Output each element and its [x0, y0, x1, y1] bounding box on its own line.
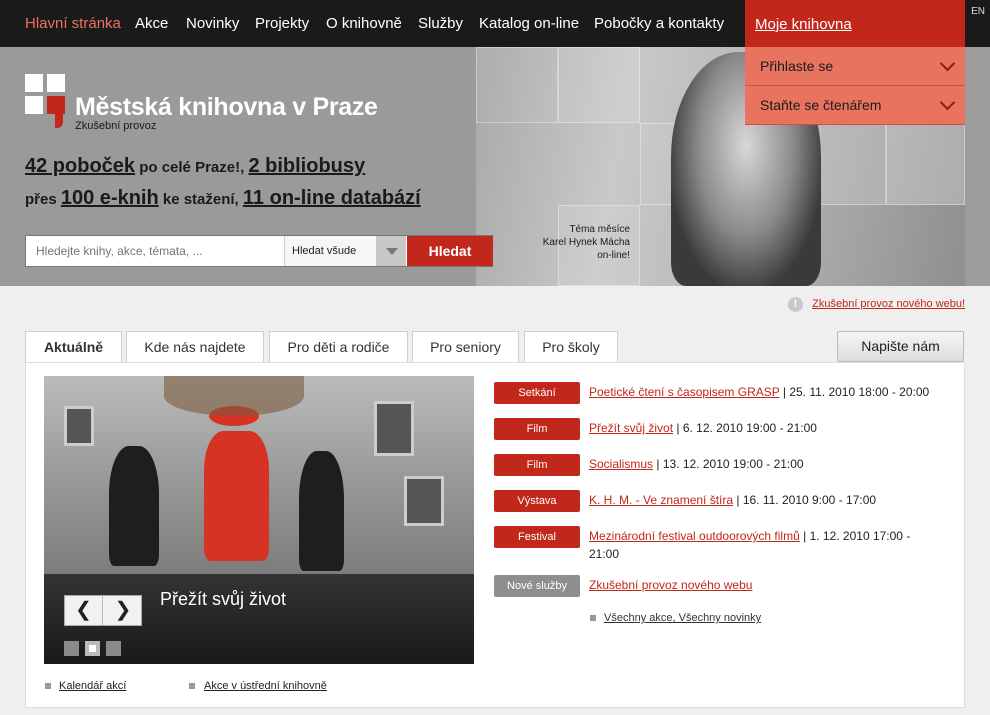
- nav-item-projects[interactable]: Projekty: [255, 15, 309, 32]
- slide-title[interactable]: Přežít svůj život: [160, 589, 286, 610]
- event-item: Mezinárodní festival outdoorových filmů …: [589, 529, 911, 561]
- tab-seniors[interactable]: Pro seniory: [412, 331, 519, 362]
- nav-item-about[interactable]: O knihovně: [326, 15, 402, 32]
- slider-controls: ❮ ❯: [64, 595, 142, 626]
- featured-slider: ❮ ❯ Přežít svůj život: [44, 376, 474, 664]
- nav-item-news[interactable]: Novinky: [186, 15, 239, 32]
- chevron-down-icon: [939, 94, 956, 111]
- event-badge[interactable]: Setkání: [494, 382, 580, 404]
- bullet-icon: [189, 683, 195, 689]
- slide-dot-1[interactable]: [64, 641, 79, 656]
- site-title[interactable]: Městská knihovna v Praze: [75, 93, 378, 122]
- search-button[interactable]: Hledat: [407, 236, 493, 266]
- write-us-button[interactable]: Napište nám: [837, 331, 964, 362]
- slide-dot-3[interactable]: [106, 641, 121, 656]
- nav-item-events[interactable]: Akce: [135, 15, 168, 32]
- nav-item-catalog[interactable]: Katalog on-line: [479, 15, 579, 32]
- event-badge[interactable]: Film: [494, 454, 580, 476]
- event-item: Socialismus | 13. 12. 2010 19:00 - 21:00: [589, 457, 804, 471]
- nav-item-home[interactable]: Hlavní stránka: [25, 15, 121, 32]
- my-library-menu: Moje knihovna Přihlaste se Staňte se čte…: [745, 0, 965, 125]
- slide-dot-2[interactable]: [85, 641, 100, 656]
- slide-image[interactable]: [44, 376, 474, 574]
- chevron-down-icon: [939, 55, 956, 72]
- dropdown-arrow-icon[interactable]: [376, 236, 406, 266]
- event-item: K. H. M. - Ve znamení štíra | 16. 11. 20…: [589, 493, 877, 507]
- bullet-icon: [590, 615, 596, 621]
- event-link[interactable]: Přežít svůj život: [589, 421, 673, 435]
- event-item: Zkušební provoz nového webu: [589, 576, 949, 594]
- tab-where-to-find-us[interactable]: Kde nás najdete: [126, 331, 264, 362]
- site-subtitle: Zkušební provoz: [75, 120, 157, 132]
- info-icon: !: [788, 297, 803, 312]
- next-slide-button[interactable]: ❯: [104, 596, 142, 625]
- branches-count-link[interactable]: 42 poboček: [25, 155, 135, 177]
- event-link[interactable]: Socialismus: [589, 457, 653, 471]
- login-item[interactable]: Přihlaste se: [745, 47, 965, 86]
- search-input[interactable]: [26, 236, 284, 266]
- event-badge[interactable]: Výstava: [494, 490, 580, 512]
- event-link[interactable]: K. H. M. - Ve znamení štíra: [589, 493, 733, 507]
- event-link[interactable]: Poetické čtení s časopisem GRASP: [589, 385, 780, 399]
- trial-notice-link[interactable]: Zkušební provoz nového webu!: [812, 298, 965, 310]
- central-library-events-link[interactable]: Akce v ústřední knihovně: [204, 680, 327, 692]
- all-links: Všechny akce, Všechny novinky: [604, 612, 762, 624]
- become-reader-item[interactable]: Staňte se čtenářem: [745, 86, 965, 125]
- databases-link[interactable]: 11 on-line databází: [243, 187, 421, 209]
- event-link[interactable]: Zkušební provoz nového webu: [589, 578, 752, 592]
- event-badge[interactable]: Film: [494, 418, 580, 440]
- ebooks-link[interactable]: 100 e-knih: [61, 187, 159, 209]
- my-library-link[interactable]: Moje knihovna: [745, 0, 965, 47]
- bullet-icon: [45, 683, 51, 689]
- nav-item-services[interactable]: Služby: [418, 15, 463, 32]
- event-link[interactable]: Mezinárodní festival outdoorových filmů: [589, 529, 800, 543]
- nav-item-branches[interactable]: Pobočky a kontakty: [594, 15, 724, 32]
- event-badge[interactable]: Nové služby: [494, 575, 580, 597]
- theme-of-month[interactable]: Téma měsíce Karel Hynek Mácha on-line!: [520, 223, 630, 262]
- bibliobus-link[interactable]: 2 bibliobusy: [248, 155, 365, 177]
- search-scope-select[interactable]: Hledat všude: [284, 236, 406, 266]
- all-events-link[interactable]: Všechny akce: [604, 612, 672, 624]
- library-stats: 42 poboček po celé Praze!, 2 bibliobusy …: [25, 155, 421, 209]
- language-switch[interactable]: EN: [971, 6, 985, 17]
- search-form: Hledat všude Hledat: [25, 235, 493, 267]
- library-logo[interactable]: [25, 74, 67, 128]
- event-badge[interactable]: Festival: [494, 526, 580, 548]
- previous-slide-button[interactable]: ❮: [65, 596, 103, 625]
- tab-children-parents[interactable]: Pro děti a rodiče: [269, 331, 408, 362]
- event-item: Poetické čtení s časopisem GRASP | 25. 1…: [589, 385, 930, 399]
- events-calendar-link[interactable]: Kalendář akcí: [59, 680, 126, 692]
- tab-schools[interactable]: Pro školy: [524, 331, 618, 362]
- tab-current[interactable]: Aktuálně: [25, 331, 122, 363]
- all-news-link[interactable]: Všechny novinky: [679, 612, 762, 624]
- event-item: Přežít svůj život | 6. 12. 2010 19:00 - …: [589, 421, 817, 435]
